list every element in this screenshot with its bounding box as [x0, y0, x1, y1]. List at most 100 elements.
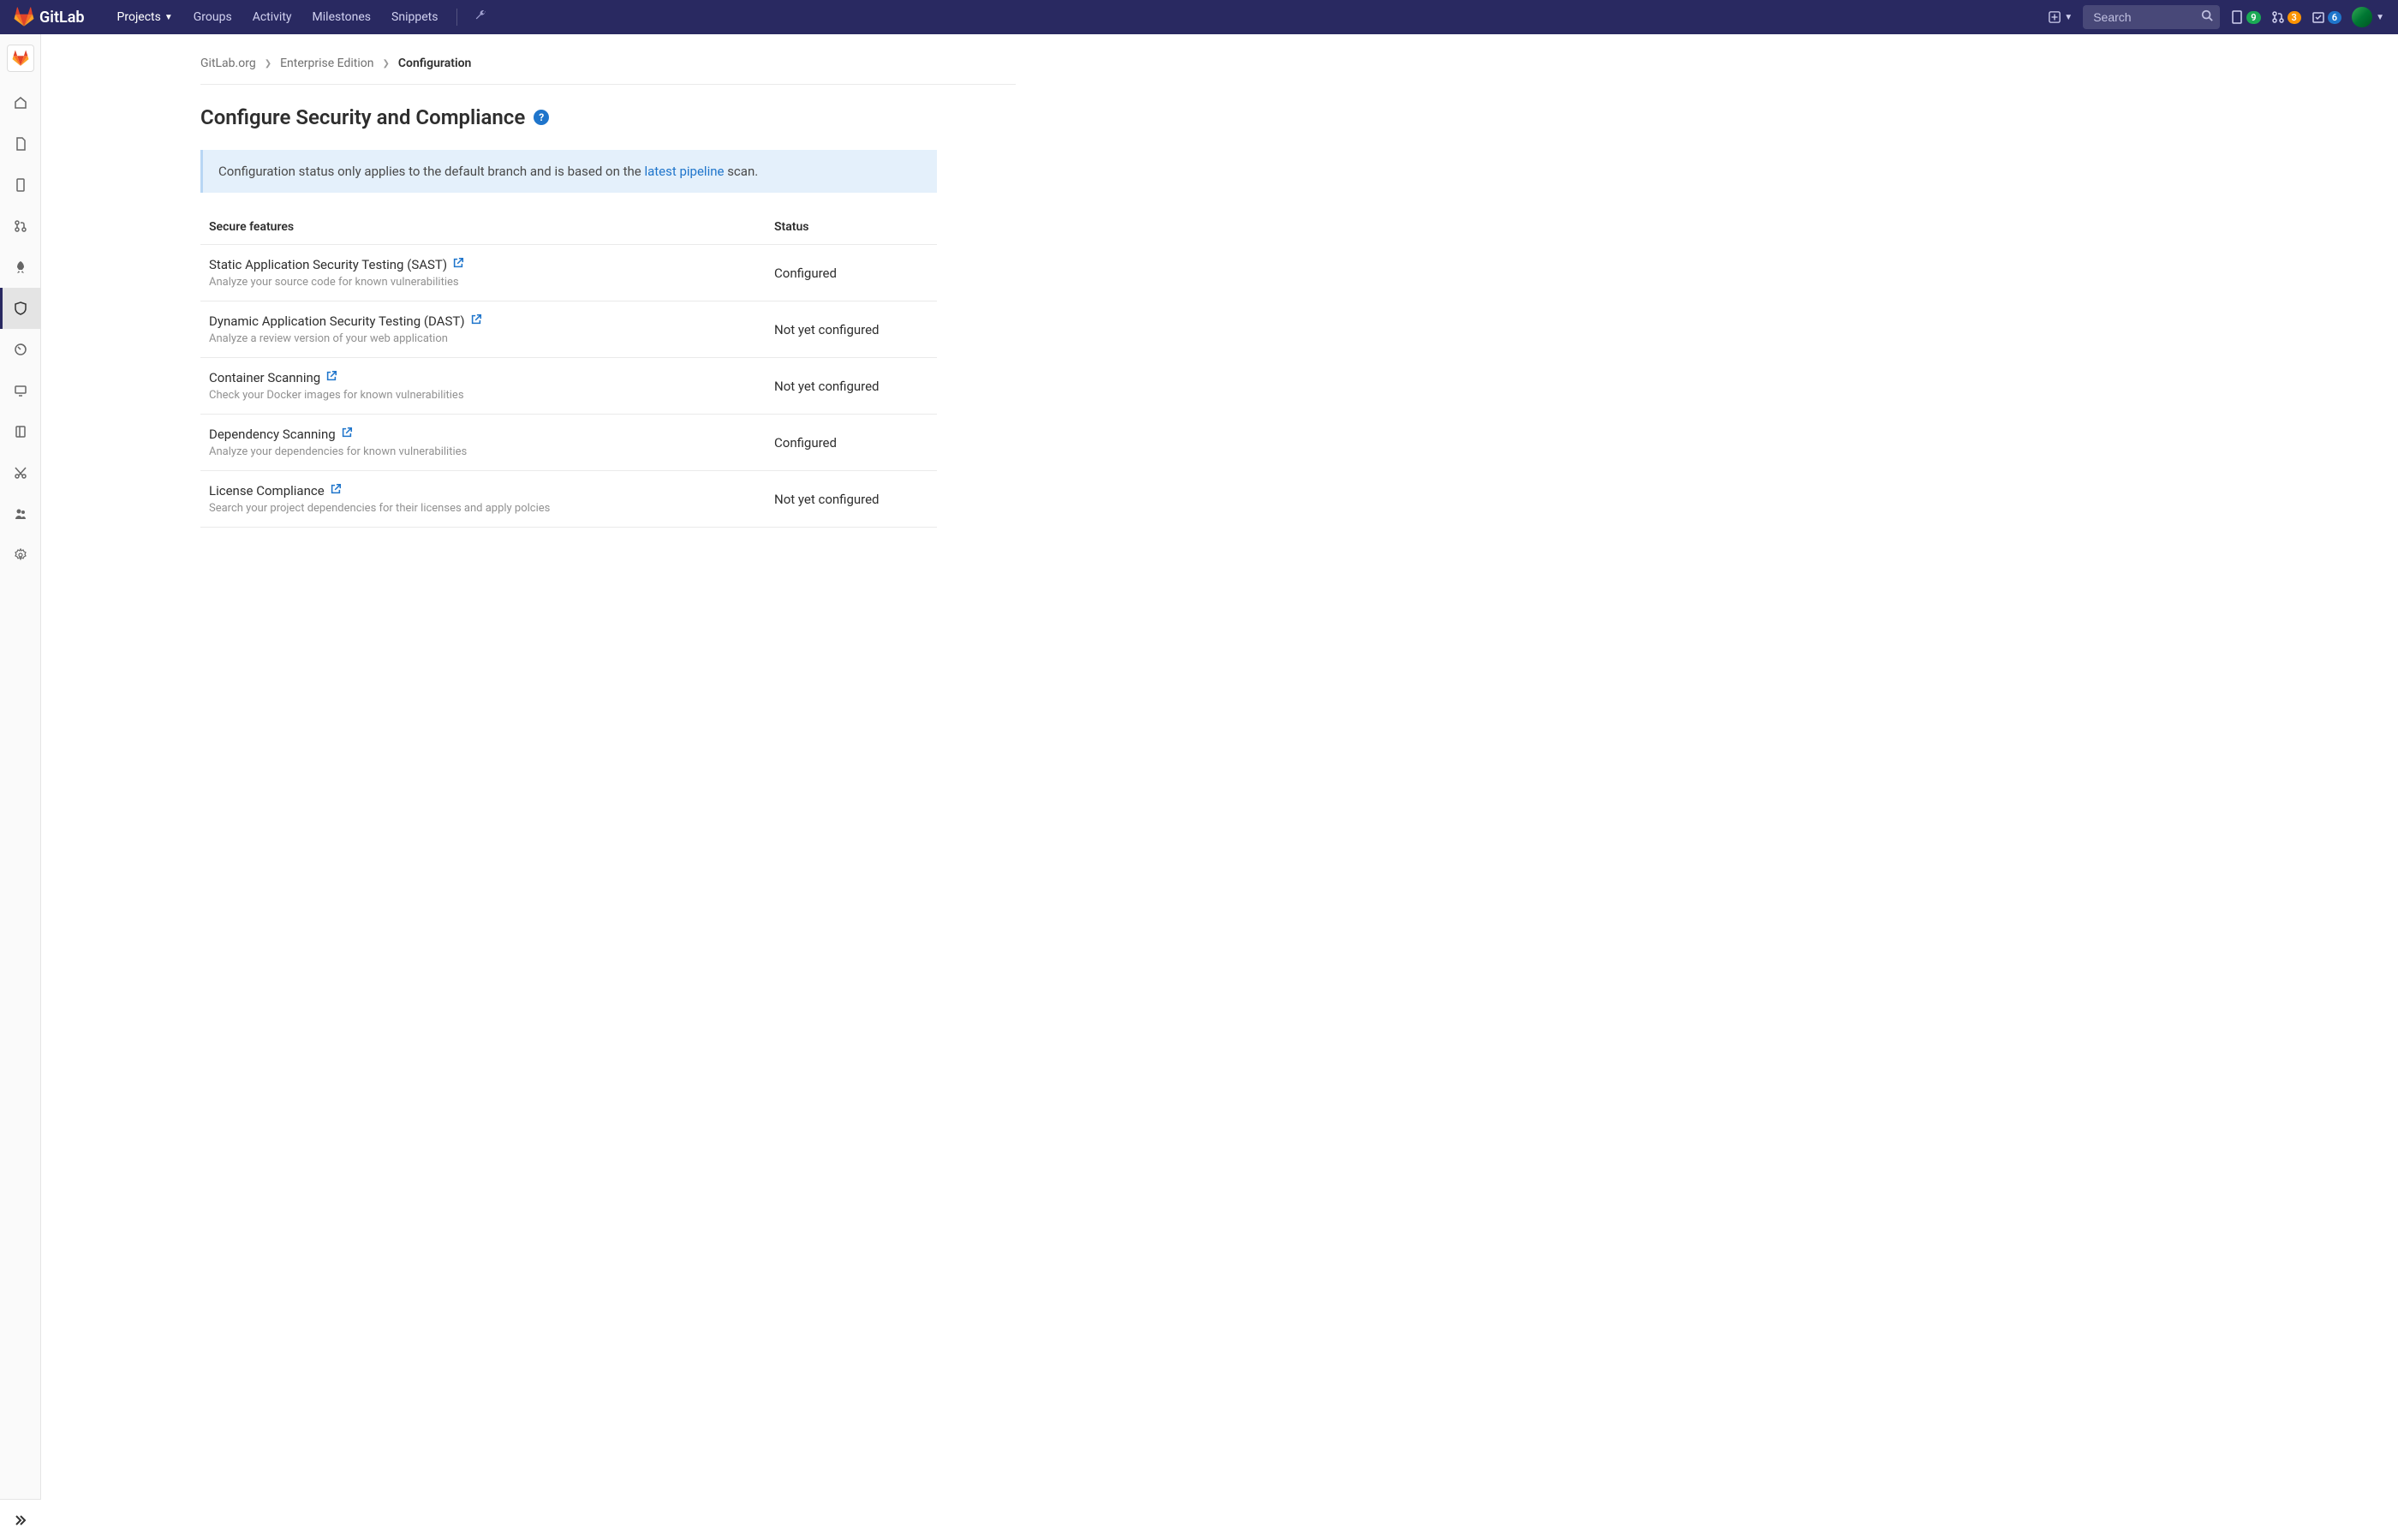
nav-milestones[interactable]: Milestones	[304, 3, 380, 31]
todos-icon	[2312, 10, 2325, 24]
monitor-icon	[14, 384, 27, 397]
banner-suffix: scan.	[724, 164, 758, 179]
chevron-down-icon: ▼	[2376, 13, 2384, 22]
feature-info: Dependency Scanning Analyze your depende…	[209, 427, 774, 458]
feature-desc: Check your Docker images for known vulne…	[209, 389, 774, 402]
external-link-icon[interactable]	[325, 370, 337, 385]
feature-name: Container Scanning	[209, 370, 774, 385]
info-banner: Configuration status only applies to the…	[200, 150, 937, 193]
search-input[interactable]	[2083, 5, 2220, 29]
operations-icon	[14, 343, 27, 356]
feature-status: Configured	[774, 435, 928, 451]
nav-links: Projects ▼ Groups Activity Milestones Sn…	[109, 3, 494, 31]
nav-activity[interactable]: Activity	[244, 3, 301, 31]
feature-name-text: Container Scanning	[209, 370, 320, 385]
sidebar-item-repository[interactable]	[0, 123, 41, 164]
search-icon[interactable]	[2201, 9, 2213, 25]
banner-link[interactable]: latest pipeline	[644, 164, 724, 179]
sidebar-item-merge-requests[interactable]	[0, 206, 41, 247]
sidebar-item-settings[interactable]	[0, 534, 41, 576]
feature-status: Not yet configured	[774, 492, 928, 507]
gitlab-tanuki-icon	[14, 7, 34, 27]
file-icon	[14, 137, 27, 151]
header-feature: Secure features	[209, 220, 774, 234]
rocket-icon	[14, 260, 27, 274]
breadcrumb-project[interactable]: Enterprise Edition	[280, 57, 373, 70]
gitlab-logo[interactable]: GitLab	[14, 7, 85, 27]
sidebar-item-wiki[interactable]	[0, 411, 41, 452]
user-avatar	[2352, 7, 2372, 27]
gear-icon	[14, 548, 27, 562]
feature-name: License Compliance	[209, 483, 774, 498]
home-icon	[14, 96, 27, 110]
merge-request-icon	[2271, 10, 2285, 24]
table-row: Container Scanning Check your Docker ima…	[200, 358, 937, 415]
table-header: Secure features Status	[200, 210, 937, 245]
sidebar-item-operations[interactable]	[0, 329, 41, 370]
feature-name: Dynamic Application Security Testing (DA…	[209, 313, 774, 329]
navbar-right: ▼ 9 3 6 ▼	[2049, 5, 2384, 29]
sidebar-item-security[interactable]	[0, 288, 41, 329]
shield-icon	[14, 301, 27, 315]
admin-wrench-icon[interactable]	[468, 9, 493, 25]
table-row: License Compliance Search your project d…	[200, 471, 937, 528]
feature-name-text: Static Application Security Testing (SAS…	[209, 257, 447, 272]
sidebar-item-snippets[interactable]	[0, 452, 41, 493]
new-dropdown-button[interactable]: ▼	[2049, 11, 2073, 23]
nav-todos[interactable]: 6	[2312, 10, 2341, 24]
nav-projects[interactable]: Projects ▼	[109, 3, 182, 31]
issues-badge: 9	[2246, 11, 2260, 24]
help-icon[interactable]: ?	[534, 110, 549, 125]
issues-icon	[2230, 10, 2244, 24]
sidebar-item-issues[interactable]	[0, 164, 41, 206]
sidebar-item-packages[interactable]	[0, 370, 41, 411]
nav-separator	[456, 9, 457, 26]
chevron-down-icon: ▼	[2064, 13, 2073, 22]
nav-groups[interactable]: Groups	[185, 3, 241, 31]
feature-desc: Analyze your dependencies for known vuln…	[209, 445, 774, 458]
plus-square-icon	[2049, 11, 2061, 23]
nav-merge-requests[interactable]: 3	[2271, 10, 2301, 24]
feature-name: Dependency Scanning	[209, 427, 774, 442]
todos-badge: 6	[2328, 11, 2341, 24]
feature-status: Not yet configured	[774, 322, 928, 337]
feature-name-text: License Compliance	[209, 483, 325, 498]
chevron-double-right-icon	[14, 1513, 27, 1527]
breadcrumb: GitLab.org ❯ Enterprise Edition ❯ Config…	[200, 48, 1016, 85]
feature-status: Configured	[774, 266, 928, 281]
book-icon	[14, 425, 27, 439]
scissors-icon	[14, 466, 27, 480]
nav-snippets[interactable]: Snippets	[383, 3, 446, 31]
page-title: Configure Security and Compliance ?	[200, 105, 1016, 129]
merge-request-icon	[14, 219, 27, 233]
sidebar-item-members[interactable]	[0, 493, 41, 534]
table-row: Dynamic Application Security Testing (DA…	[200, 301, 937, 358]
mr-badge: 3	[2288, 11, 2301, 24]
breadcrumb-org[interactable]: GitLab.org	[200, 57, 256, 70]
chevron-right-icon: ❯	[383, 59, 390, 69]
user-menu[interactable]: ▼	[2352, 7, 2384, 27]
feature-name-text: Dynamic Application Security Testing (DA…	[209, 313, 465, 329]
banner-prefix: Configuration status only applies to the…	[218, 164, 644, 179]
features-table: Secure features Status Static Applicatio…	[200, 210, 937, 528]
sidebar-project-avatar[interactable]	[7, 45, 34, 72]
navbar-left: GitLab Projects ▼ Groups Activity Milest…	[14, 3, 493, 31]
left-sidebar	[0, 34, 41, 1540]
feature-desc: Analyze a review version of your web app…	[209, 332, 774, 345]
nav-issues[interactable]: 9	[2230, 10, 2260, 24]
external-link-icon[interactable]	[330, 483, 342, 498]
gitlab-wordmark: GitLab	[39, 9, 85, 27]
external-link-icon[interactable]	[470, 313, 482, 329]
sidebar-item-cicd[interactable]	[0, 247, 41, 288]
header-status: Status	[774, 220, 928, 234]
feature-status: Not yet configured	[774, 379, 928, 394]
issues-icon	[14, 178, 27, 192]
feature-info: Static Application Security Testing (SAS…	[209, 257, 774, 289]
feature-name: Static Application Security Testing (SAS…	[209, 257, 774, 272]
nav-projects-label: Projects	[117, 10, 161, 24]
external-link-icon[interactable]	[341, 427, 353, 442]
search-box	[2083, 5, 2220, 29]
external-link-icon[interactable]	[452, 257, 464, 272]
sidebar-item-overview[interactable]	[0, 82, 41, 123]
sidebar-expand-button[interactable]	[0, 1499, 41, 1540]
